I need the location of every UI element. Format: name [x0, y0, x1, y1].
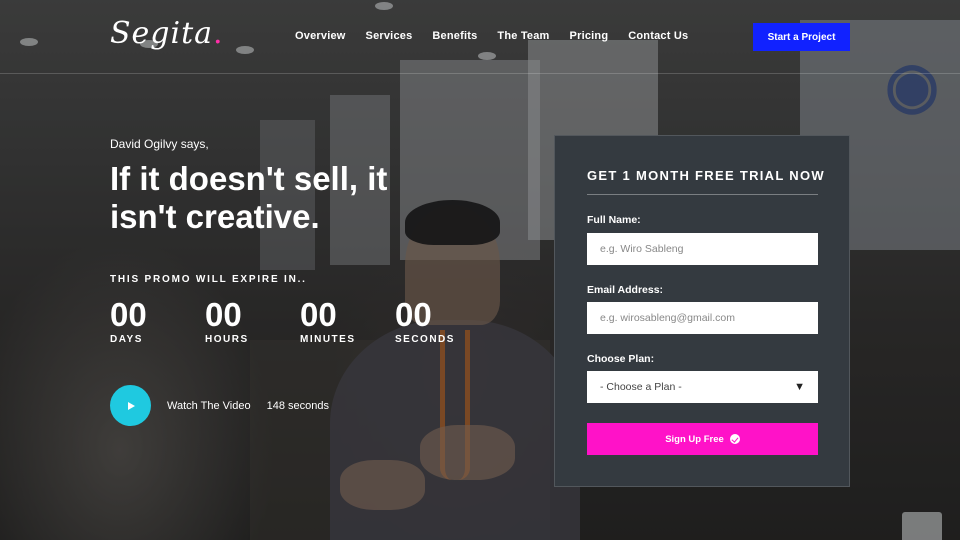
- countdown-days: 00 DAYS: [110, 296, 205, 345]
- countdown-value: 00: [395, 296, 432, 333]
- countdown-hours: 00 HOURS: [205, 296, 300, 345]
- plan-label: Choose Plan:: [587, 353, 655, 365]
- countdown-label: MINUTES: [300, 334, 356, 345]
- caret-down-icon: ▼: [794, 381, 805, 393]
- countdown-label: HOURS: [205, 334, 249, 345]
- full-name-label: Full Name:: [587, 214, 641, 226]
- start-project-button[interactable]: Start a Project: [753, 23, 850, 51]
- site-logo[interactable]: Segita.: [110, 16, 224, 51]
- nav-the-team[interactable]: The Team: [497, 30, 549, 42]
- site-header: Segita. Overview Services Benefits The T…: [0, 0, 960, 74]
- hero-headline: If it doesn't sell, it isn't creative.: [110, 160, 388, 235]
- video-duration: 148 seconds: [266, 399, 329, 412]
- countdown-timer: 00 DAYS 00 HOURS 00 MINUTES 00 SECONDS: [110, 296, 490, 345]
- promo-label: THIS PROMO WILL EXPIRE IN..: [110, 274, 307, 285]
- countdown-value: 00: [110, 296, 147, 333]
- countdown-seconds: 00 SECONDS: [395, 296, 490, 345]
- email-label: Email Address:: [587, 284, 664, 296]
- countdown-label: SECONDS: [395, 334, 455, 345]
- trial-signup-card: GET 1 MONTH FREE TRIAL NOW Full Name: Em…: [554, 135, 850, 487]
- nav-overview[interactable]: Overview: [295, 30, 346, 42]
- sign-up-button[interactable]: Sign Up Free: [587, 423, 818, 455]
- play-icon: [128, 401, 135, 410]
- nav-contact-us[interactable]: Contact Us: [628, 30, 688, 42]
- nav-benefits[interactable]: Benefits: [432, 30, 477, 42]
- quote-attribution: David Ogilvy says,: [110, 137, 209, 151]
- countdown-label: DAYS: [110, 334, 143, 345]
- plan-selected-value: - Choose a Plan -: [600, 381, 682, 393]
- full-name-input[interactable]: [587, 233, 818, 265]
- sign-up-label: Sign Up Free: [665, 433, 724, 445]
- countdown-minutes: 00 MINUTES: [300, 296, 395, 345]
- card-divider: [587, 194, 818, 195]
- email-input[interactable]: [587, 302, 818, 334]
- check-circle-icon: [729, 434, 740, 444]
- nav-pricing[interactable]: Pricing: [570, 30, 609, 42]
- watch-video-link[interactable]: Watch The Video: [167, 400, 251, 412]
- main-nav: Overview Services Benefits The Team Pric…: [295, 30, 708, 42]
- nav-services[interactable]: Services: [366, 30, 413, 42]
- card-title: GET 1 MONTH FREE TRIAL NOW: [587, 168, 825, 183]
- plan-select[interactable]: - Choose a Plan - ▼: [587, 371, 818, 403]
- play-video-button[interactable]: [110, 385, 151, 426]
- countdown-value: 00: [300, 296, 337, 333]
- logo-dot: .: [213, 16, 224, 51]
- countdown-value: 00: [205, 296, 242, 333]
- logo-text: Segita: [110, 16, 214, 51]
- watch-video-row: Watch The Video 148 seconds: [110, 385, 329, 426]
